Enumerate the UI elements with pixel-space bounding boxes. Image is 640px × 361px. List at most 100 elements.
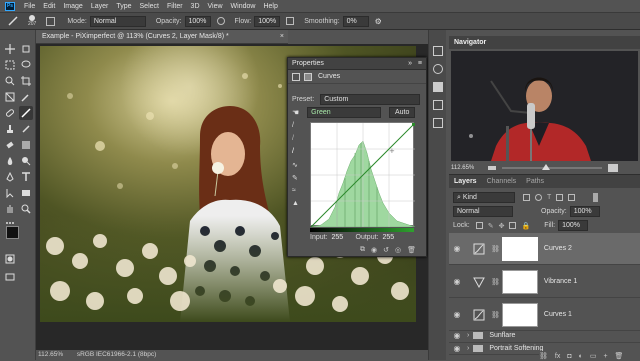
delete-adjustment-icon[interactable]: 🗑 [407, 246, 416, 254]
lock-artboard-icon[interactable] [509, 222, 517, 229]
link-layers-icon[interactable]: ⛓ [539, 352, 548, 360]
eyedropper-tool-icon[interactable] [19, 90, 33, 104]
frame-tool-icon[interactable] [3, 90, 17, 104]
blend-mode-select[interactable]: Normal [453, 206, 513, 217]
layer-mask-thumbnail[interactable] [501, 302, 538, 327]
brush-settings-panel-icon[interactable] [433, 64, 443, 74]
history-brush-tool-icon[interactable] [19, 122, 33, 136]
filter-type-icon[interactable]: T [547, 194, 551, 201]
smoothing-field[interactable]: 0% [342, 15, 369, 27]
pencil-draw-icon[interactable]: ✎ [292, 174, 304, 187]
layer-name[interactable]: Curves 1 [544, 311, 572, 318]
auto-button[interactable]: Auto [389, 107, 416, 118]
menu-filter[interactable]: Filter [163, 3, 187, 10]
adjustments-panel-icon[interactable] [433, 82, 443, 92]
group-expand-icon[interactable]: › [467, 332, 469, 339]
fill-field[interactable]: 100% [558, 220, 589, 231]
mode-select[interactable]: Normal [89, 15, 146, 27]
smoothing-settings-icon[interactable]: ⚙ [375, 17, 382, 26]
lock-transparent-icon[interactable] [475, 222, 483, 229]
screen-mode-icon[interactable] [3, 270, 17, 284]
airbrush-icon[interactable] [286, 17, 295, 25]
blur-tool-icon[interactable] [3, 154, 17, 168]
layer-mask-thumbnail[interactable] [501, 269, 538, 294]
lock-image-icon[interactable]: ✎ [488, 222, 494, 230]
group-expand-icon[interactable]: › [467, 345, 469, 352]
curves-graph[interactable]: + [310, 122, 416, 228]
menu-file[interactable]: File [20, 3, 39, 10]
preset-select[interactable]: Custom [320, 94, 421, 105]
layer-row-curves-2[interactable]: ◉ ⛓ Curves 2 [449, 233, 640, 265]
quick-select-tool-icon[interactable] [3, 74, 17, 88]
filter-toggle-icon[interactable] [593, 193, 599, 202]
brush-tool-icon[interactable] [8, 16, 18, 26]
brush-tool-active-icon[interactable] [19, 106, 33, 120]
pressure-opacity-icon[interactable] [216, 17, 225, 25]
menu-edit[interactable]: Edit [39, 3, 59, 10]
menu-type[interactable]: Type [112, 3, 135, 10]
panel-menu-icon[interactable]: ≡ [418, 58, 422, 70]
panel-collapse-icon[interactable]: » [408, 58, 412, 70]
mask-link-icon[interactable]: ⛓ [491, 245, 500, 253]
clip-to-layer-icon[interactable]: ⧉ [360, 246, 365, 254]
zoom-slider-thumb[interactable] [542, 164, 551, 170]
lasso-tool-icon[interactable] [19, 58, 33, 72]
filter-shape-icon[interactable] [556, 194, 564, 201]
brush-settings-icon[interactable] [46, 16, 56, 26]
visibility-eye-icon[interactable]: ◉ [449, 277, 465, 286]
filter-smart-object-icon[interactable] [568, 194, 576, 201]
type-tool-icon[interactable] [19, 170, 33, 184]
mask-link-icon[interactable]: ⛓ [491, 278, 500, 286]
zoom-out-icon[interactable] [488, 166, 497, 170]
tab-layers[interactable]: Layers [449, 178, 482, 185]
view-previous-icon[interactable]: ◉ [371, 246, 377, 254]
healing-brush-tool-icon[interactable] [3, 106, 17, 120]
visibility-eye-icon[interactable]: ◉ [449, 344, 465, 353]
tab-navigator[interactable]: Navigator [449, 39, 491, 46]
visibility-eye-icon[interactable]: ◉ [449, 310, 465, 319]
input-value[interactable]: 255 [332, 234, 352, 241]
mask-link-icon[interactable]: ⛓ [491, 311, 500, 319]
filter-pixel-icon[interactable] [523, 194, 530, 201]
layer-name[interactable]: Curves 2 [544, 245, 572, 252]
smooth-curve-icon[interactable]: ≈ [292, 187, 304, 200]
layer-name[interactable]: Sunflare [489, 332, 515, 339]
new-layer-icon[interactable]: + [603, 353, 607, 360]
move-tool-icon[interactable] [3, 42, 17, 56]
menu-3d[interactable]: 3D [187, 3, 204, 10]
crop-tool-icon[interactable] [19, 74, 33, 88]
quick-mask-icon[interactable] [3, 252, 17, 266]
channel-select[interactable]: Green [307, 107, 382, 118]
visibility-eye-icon[interactable]: ◉ [449, 331, 465, 340]
opacity-field[interactable]: 100% [184, 15, 211, 27]
document-tab[interactable]: Example - PiXimperfect @ 113% (Curves 2,… [36, 30, 288, 44]
layer-row-curves-1[interactable]: ◉ ⛓ Curves 1 [449, 299, 640, 331]
menu-select[interactable]: Select [136, 3, 163, 10]
zoom-in-icon[interactable] [608, 164, 619, 172]
menu-view[interactable]: View [204, 3, 227, 10]
path-selection-tool-icon[interactable] [3, 186, 17, 200]
new-group-icon[interactable]: ▭ [590, 352, 597, 360]
navigator-zoom-value[interactable]: 112.65% [451, 165, 474, 171]
menu-layer[interactable]: Layer [87, 3, 113, 10]
black-point-eyedropper-icon[interactable]: / [292, 122, 304, 135]
eraser-tool-icon[interactable] [3, 138, 17, 152]
menu-image[interactable]: Image [59, 3, 86, 10]
foreground-color-swatch[interactable] [6, 226, 19, 239]
visibility-eye-icon[interactable]: ◉ [449, 244, 465, 253]
layer-filter-select[interactable]: ⌕ Kind [453, 192, 515, 203]
on-image-adjust-icon[interactable]: ☚ [292, 108, 299, 117]
gradient-tool-icon[interactable] [19, 138, 33, 152]
marquee-tool-icon[interactable] [3, 58, 17, 72]
menu-help[interactable]: Help [259, 3, 281, 10]
brush-preset-picker[interactable]: 207 [28, 15, 36, 27]
tab-channels[interactable]: Channels [482, 178, 522, 185]
reset-icon[interactable]: ↺ [383, 246, 389, 254]
zoom-tool-icon[interactable] [19, 202, 33, 216]
history-panel-icon[interactable] [433, 46, 443, 56]
delete-layer-icon[interactable]: 🗑 [615, 352, 624, 360]
properties-panel-icon[interactable] [433, 118, 443, 128]
layer-style-icon[interactable]: fx [555, 353, 560, 360]
toggle-visibility-icon[interactable]: ◎ [395, 246, 401, 254]
add-mask-icon[interactable]: ◘ [567, 353, 571, 360]
